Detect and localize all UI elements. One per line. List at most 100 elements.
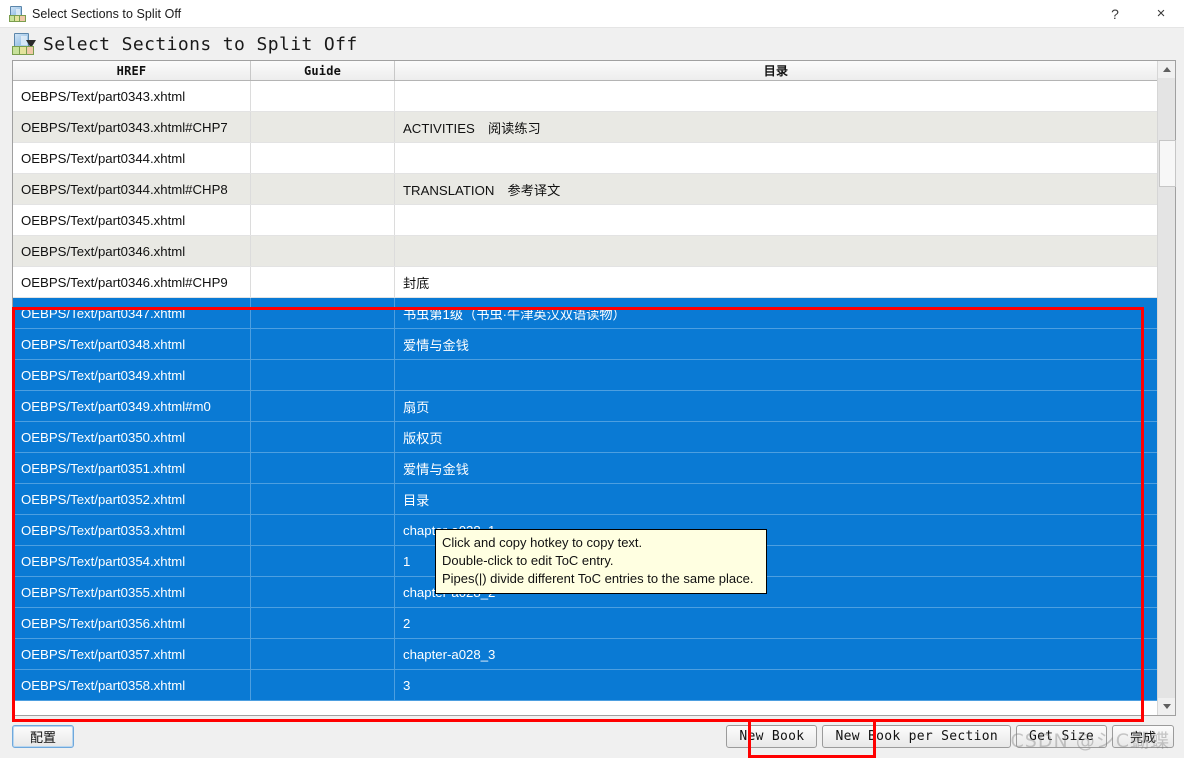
cell-guide[interactable] <box>250 514 395 546</box>
cell-href[interactable]: OEBPS/Text/part0349.xhtml <box>13 359 251 391</box>
cell-guide[interactable] <box>250 669 395 701</box>
cell-guide[interactable] <box>250 483 395 515</box>
table-row[interactable]: OEBPS/Text/part0349.xhtml <box>13 359 1157 391</box>
cell-href[interactable]: OEBPS/Text/part0350.xhtml <box>13 421 251 453</box>
cell-href[interactable]: OEBPS/Text/part0353.xhtml <box>13 514 251 546</box>
column-header-href[interactable]: HREF <box>13 61 251 81</box>
cell-guide[interactable] <box>250 390 395 422</box>
help-button[interactable]: ? <box>1092 0 1138 27</box>
cell-toc[interactable]: 3 <box>394 669 1157 701</box>
cell-toc[interactable]: 版权页 <box>394 421 1157 453</box>
cell-guide[interactable] <box>250 638 395 670</box>
table-row[interactable]: OEBPS/Text/part0348.xhtml 爱情与金钱 <box>13 328 1157 360</box>
cell-href[interactable]: OEBPS/Text/part0352.xhtml <box>13 483 251 515</box>
new-book-per-section-button[interactable]: New Book per Section <box>822 724 1011 748</box>
cell-href[interactable]: OEBPS/Text/part0351.xhtml <box>13 452 251 484</box>
vertical-scrollbar[interactable] <box>1157 61 1176 715</box>
cell-guide[interactable] <box>250 173 395 205</box>
window-title: Select Sections to Split Off <box>32 6 182 21</box>
cell-href[interactable]: OEBPS/Text/part0346.xhtml#CHP9 <box>13 266 251 298</box>
scroll-down-button[interactable] <box>1158 698 1175 715</box>
cell-href[interactable]: OEBPS/Text/part0343.xhtml <box>13 80 251 112</box>
cell-guide[interactable] <box>250 576 395 608</box>
cell-toc[interactable]: TRANSLATION 参考译文 <box>394 173 1157 205</box>
cell-guide[interactable] <box>250 421 395 453</box>
table-row[interactable]: OEBPS/Text/part0357.xhtml chapter-a028_3 <box>13 638 1157 670</box>
cell-guide[interactable] <box>250 607 395 639</box>
cell-toc[interactable]: 封底 <box>394 266 1157 298</box>
cell-href[interactable]: OEBPS/Text/part0358.xhtml <box>13 669 251 701</box>
table-row[interactable]: OEBPS/Text/part0344.xhtml <box>13 142 1157 174</box>
cell-toc[interactable] <box>394 80 1157 112</box>
table-body: OEBPS/Text/part0343.xhtml OEBPS/Text/part… <box>13 80 1157 701</box>
cell-href[interactable]: OEBPS/Text/part0346.xhtml <box>13 235 251 267</box>
table-row[interactable]: OEBPS/Text/part0351.xhtml 爱情与金钱 <box>13 452 1157 484</box>
get-size-button[interactable]: Get Size <box>1015 724 1107 748</box>
table-row[interactable]: OEBPS/Text/part0345.xhtml <box>13 204 1157 236</box>
cell-guide[interactable] <box>250 235 395 267</box>
table-row[interactable]: OEBPS/Text/part0356.xhtml 2 <box>13 607 1157 639</box>
cell-toc[interactable]: ACTIVITIES 阅读练习 <box>394 111 1157 143</box>
scroll-up-button[interactable] <box>1158 61 1175 78</box>
cell-guide[interactable] <box>250 142 395 174</box>
cell-guide[interactable] <box>250 111 395 143</box>
cell-guide[interactable] <box>250 297 395 329</box>
cell-toc[interactable] <box>394 359 1157 391</box>
tooltip-line-3: Pipes(|) divide different ToC entries to… <box>442 571 754 586</box>
done-button[interactable]: 完成 <box>1112 724 1174 748</box>
cell-guide[interactable] <box>250 80 395 112</box>
table-row[interactable]: OEBPS/Text/part0346.xhtml#CHP9 封底 <box>13 266 1157 298</box>
sections-grid: HREF Guide 目录 OEBPS/Text/part0343.xhtml O… <box>13 61 1157 715</box>
bottom-button-bar: 配置 New Book New Book per Section Get Siz… <box>0 716 1184 756</box>
cell-href[interactable]: OEBPS/Text/part0349.xhtml#m0 <box>13 390 251 422</box>
cell-toc[interactable] <box>394 142 1157 174</box>
cell-toc[interactable]: 扇页 <box>394 390 1157 422</box>
scrollbar-track[interactable] <box>1158 78 1176 698</box>
cell-guide[interactable] <box>250 204 395 236</box>
split-sections-icon <box>12 33 36 55</box>
column-header-guide[interactable]: Guide <box>250 61 395 81</box>
cell-guide[interactable] <box>250 545 395 577</box>
cell-toc[interactable]: 爱情与金钱 <box>394 452 1157 484</box>
table-row[interactable]: OEBPS/Text/part0343.xhtml <box>13 80 1157 112</box>
table-row[interactable]: OEBPS/Text/part0350.xhtml 版权页 <box>13 421 1157 453</box>
cell-toc[interactable]: 2 <box>394 607 1157 639</box>
cell-href[interactable]: OEBPS/Text/part0356.xhtml <box>13 607 251 639</box>
cell-href[interactable]: OEBPS/Text/part0357.xhtml <box>13 638 251 670</box>
new-book-button[interactable]: New Book <box>726 724 818 748</box>
cell-href[interactable]: OEBPS/Text/part0348.xhtml <box>13 328 251 360</box>
table-row[interactable]: OEBPS/Text/part0347.xhtml 书虫第1级（书虫·牛津英汉双语… <box>13 297 1157 329</box>
scrollbar-thumb[interactable] <box>1159 140 1176 187</box>
cell-toc[interactable]: chapter-a028_3 <box>394 638 1157 670</box>
cell-toc[interactable]: 爱情与金钱 <box>394 328 1157 360</box>
table-row[interactable]: OEBPS/Text/part0346.xhtml <box>13 235 1157 267</box>
cell-href[interactable]: OEBPS/Text/part0345.xhtml <box>13 204 251 236</box>
config-button[interactable]: 配置 <box>12 724 74 748</box>
table-row[interactable]: OEBPS/Text/part0349.xhtml#m0 扇页 <box>13 390 1157 422</box>
table-row[interactable]: OEBPS/Text/part0343.xhtml#CHP7 ACTIVITIES… <box>13 111 1157 143</box>
cell-guide[interactable] <box>250 359 395 391</box>
column-header-toc[interactable]: 目录 <box>394 61 1157 81</box>
cell-toc[interactable]: 书虫第1级（书虫·牛津英汉双语读物） <box>394 297 1157 329</box>
cell-toc[interactable] <box>394 204 1157 236</box>
cell-href[interactable]: OEBPS/Text/part0347.xhtml <box>13 297 251 329</box>
cell-toc[interactable] <box>394 235 1157 267</box>
cell-guide[interactable] <box>250 266 395 298</box>
table-row[interactable]: OEBPS/Text/part0344.xhtml#CHP8 TRANSLATIO… <box>13 173 1157 205</box>
chevron-up-icon <box>1162 67 1171 72</box>
table-header-row: HREF Guide 目录 <box>13 61 1157 81</box>
cell-href[interactable]: OEBPS/Text/part0344.xhtml#CHP8 <box>13 173 251 205</box>
cell-href[interactable]: OEBPS/Text/part0343.xhtml#CHP7 <box>13 111 251 143</box>
close-icon[interactable]: × <box>1138 0 1184 27</box>
tooltip-line-2: Double-click to edit ToC entry. <box>442 553 614 568</box>
cell-guide[interactable] <box>250 452 395 484</box>
cell-guide[interactable] <box>250 328 395 360</box>
cell-href[interactable]: OEBPS/Text/part0344.xhtml <box>13 142 251 174</box>
page-title: Select Sections to Split Off <box>43 33 358 55</box>
cell-toc[interactable]: 目录 <box>394 483 1157 515</box>
chevron-down-icon <box>1162 704 1171 709</box>
table-row[interactable]: OEBPS/Text/part0352.xhtml 目录 <box>13 483 1157 515</box>
cell-href[interactable]: OEBPS/Text/part0354.xhtml <box>13 545 251 577</box>
table-row[interactable]: OEBPS/Text/part0358.xhtml 3 <box>13 669 1157 701</box>
cell-href[interactable]: OEBPS/Text/part0355.xhtml <box>13 576 251 608</box>
